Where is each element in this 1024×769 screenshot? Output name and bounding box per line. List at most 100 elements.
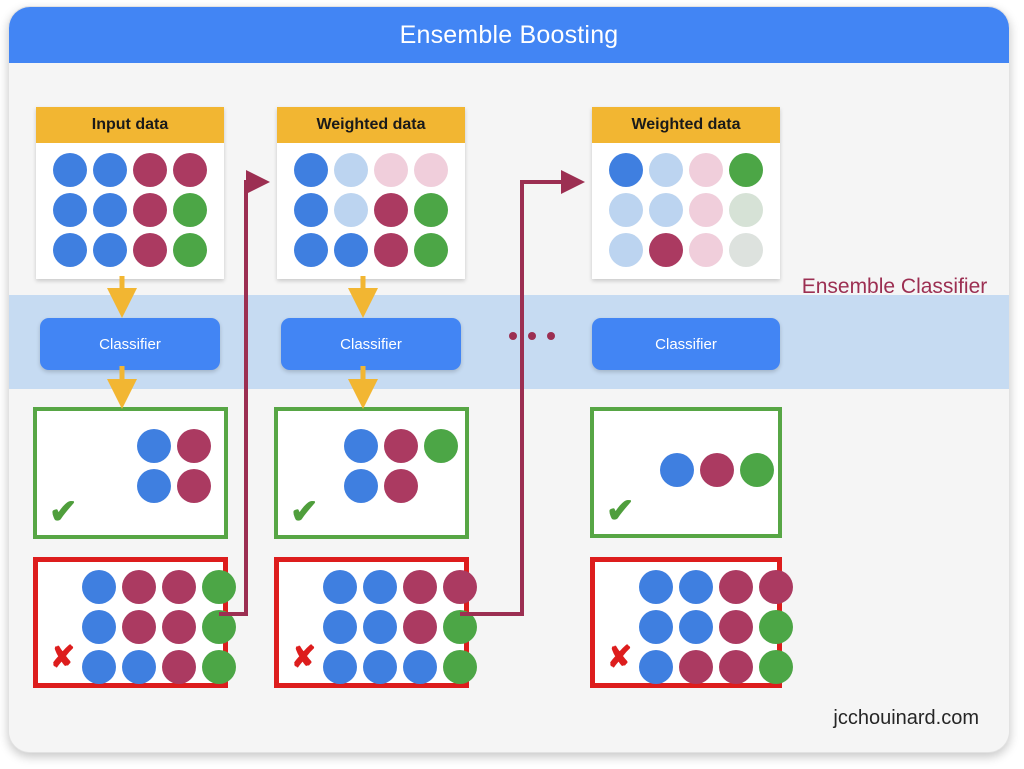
result-dot-blue [344,429,378,463]
result-dot-maroon [759,570,793,604]
correct-check-icon-1: ✔ [49,493,78,531]
result-dot-maroon [403,610,437,644]
data-dot-blue_light [649,153,683,187]
data-dot-maroon_light [374,153,408,187]
card-header: Ensemble Boosting [9,7,1009,63]
data-dot-blue [609,153,643,187]
result-dot-blue [137,429,171,463]
result-dot-maroon [162,610,196,644]
result-dot-maroon [162,570,196,604]
classifier-1[interactable]: Classifier [40,318,220,370]
data-dot-blue_light [609,233,643,267]
data-dot-blue_light [649,193,683,227]
data-dot-blue [93,153,127,187]
result-dot-blue [679,610,713,644]
result-dot-maroon [679,650,713,684]
result-dot-maroon [700,453,734,487]
result-dot-maroon [122,570,156,604]
result-dot-blue [323,570,357,604]
classifier-label-1: Classifier [99,335,161,353]
result-dot-maroon [177,429,211,463]
result-dot-blue [363,610,397,644]
result-dot-maroon [384,469,418,503]
wrong-grid-3 [639,570,793,684]
data-dot-blue_light [334,193,368,227]
wrong-cross-icon-3: ✘ [607,641,633,674]
result-dot-blue [363,650,397,684]
correct-check-icon-3: ✔ [606,492,635,530]
data-dot-green_light [729,193,763,227]
data-grid-1 [36,143,224,279]
result-dot-blue [639,570,673,604]
result-dot-blue [403,650,437,684]
correct-grid-3 [660,453,774,487]
result-dot-maroon [162,650,196,684]
result-dot-green [443,610,477,644]
data-dot-blue [53,193,87,227]
result-dot-maroon [443,570,477,604]
wrong-box-1: ✘ [33,557,236,688]
ellipsis-indicator [509,332,555,340]
result-dot-blue [679,570,713,604]
classifier-3[interactable]: Classifier [592,318,780,370]
result-dot-blue [82,570,116,604]
result-dot-blue [323,650,357,684]
data-dot-blue [294,193,328,227]
watermark: jcchouinard.com [833,707,979,729]
result-dot-maroon [177,469,211,503]
classifier-label-3: Classifier [655,335,717,353]
page-title: Ensemble Boosting [399,20,619,49]
wrong-cross-icon-1: ✘ [50,641,76,674]
result-dot-blue [82,650,116,684]
correct-box-2: ✔ [274,407,469,539]
data-dot-blue [53,153,87,187]
data-grid-2 [277,143,465,279]
correct-check-icon-2: ✔ [290,493,319,531]
data-dot-green [729,153,763,187]
result-dot-green [443,650,477,684]
data-dot-green [414,193,448,227]
result-dot-maroon [122,610,156,644]
data-dot-blue [294,233,328,267]
data-grid-3 [592,143,780,279]
data-dot-maroon_light [689,153,723,187]
diagram-canvas: Ensemble Boosting Input data Classifier … [0,0,1024,769]
data-dot-maroon [173,153,207,187]
data-dot-maroon_light [414,153,448,187]
data-dot-maroon [374,233,408,267]
data-dot-maroon [133,153,167,187]
data-dot-blue_light [609,193,643,227]
result-dot-blue [344,469,378,503]
result-dot-maroon [384,429,418,463]
wrong-cross-icon-2: ✘ [291,641,317,674]
result-dot-blue [137,469,171,503]
correct-grid-2 [344,429,458,503]
classifier-label-2: Classifier [340,335,402,353]
wrong-box-3: ✘ [590,557,793,688]
data-dot-blue [334,233,368,267]
wrong-box-2: ✘ [274,557,477,688]
result-dot-green [759,610,793,644]
result-dot-blue [639,610,673,644]
data-dot-blue [294,153,328,187]
data-dot-blue [53,233,87,267]
data-dot-green [173,193,207,227]
data-panel-title-1: Input data [36,107,224,143]
data-panel-title-3: Weighted data [592,107,780,143]
result-dot-green [759,650,793,684]
data-panel-2: Weighted data [277,107,465,279]
data-dot-blue [93,193,127,227]
classifier-2[interactable]: Classifier [281,318,461,370]
data-panel-1: Input data [36,107,224,279]
data-dot-maroon [374,193,408,227]
data-dot-blue [93,233,127,267]
ellipsis-dot [547,332,555,340]
result-dot-blue [122,650,156,684]
result-dot-blue [363,570,397,604]
result-dot-maroon [719,610,753,644]
data-panel-3: Weighted data [592,107,780,279]
result-dot-green [202,650,236,684]
ensemble-boosting-card: Ensemble Boosting Input data Classifier … [8,6,1010,753]
wrong-grid-2 [323,570,477,684]
data-dot-grey_light [729,233,763,267]
